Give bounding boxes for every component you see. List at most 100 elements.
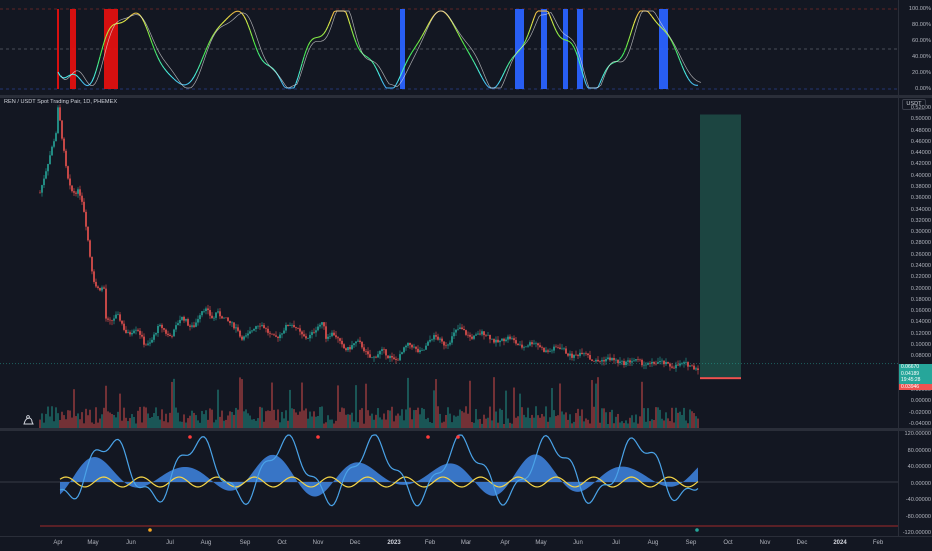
candle-body [199, 315, 201, 319]
volume-bar [653, 420, 655, 428]
candle-body [333, 333, 335, 336]
time-label: Aug [201, 540, 212, 546]
time-label: Mar [461, 540, 471, 546]
candle-body [179, 320, 181, 323]
stoch-k-segment [98, 57, 100, 64]
candle-body [497, 340, 499, 342]
volume-bar [99, 419, 101, 428]
stoch-k-segment [466, 48, 468, 51]
candle-body [81, 196, 83, 202]
stoch-k-segment [572, 44, 574, 47]
volume-bar [129, 418, 131, 428]
symbol-title[interactable]: REN / USDT Spot Trading Pair, 1D, PHEMEX [4, 99, 117, 105]
candle-body [345, 348, 347, 350]
stoch-k-segment [420, 36, 422, 39]
candle-body [465, 330, 467, 335]
time-label: Jul [166, 540, 174, 546]
stoch-k-segment [568, 41, 570, 42]
stoch-k-segment [348, 18, 350, 24]
candle-body [567, 354, 569, 356]
stoch-rsi-pane[interactable] [0, 0, 898, 95]
axis-tick: 0.42000 [911, 161, 931, 167]
stoch-k-segment [508, 61, 510, 64]
volume-bar [349, 415, 351, 428]
price-tags: 0.06670 0.04189 19:45:28 0.03946 [899, 364, 932, 390]
stoch-k-segment [160, 62, 162, 65]
stoch-k-segment [232, 12, 234, 13]
candle-body [575, 355, 577, 356]
volume-bar [173, 379, 175, 428]
axis-tick: 0.16000 [911, 308, 931, 314]
candle-body [565, 348, 567, 353]
tradingview-icon[interactable] [22, 414, 34, 426]
volume-bar [455, 417, 457, 428]
volume-bar [537, 415, 539, 428]
currency-badge[interactable]: USDT [902, 99, 926, 110]
volume-bar [369, 416, 371, 428]
candle-body [385, 349, 387, 355]
oversold-zone [541, 9, 547, 89]
time-label: Dec [797, 540, 808, 546]
candle-body [657, 362, 659, 364]
oscillator-axis[interactable]: 120.0000080.0000040.000000.00000-40.0000… [898, 431, 932, 536]
time-label: Jun [126, 540, 136, 546]
stoch-k-segment [684, 70, 686, 74]
volume-bar [577, 409, 579, 428]
stoch-k-segment [496, 84, 498, 87]
volume-bar [183, 414, 185, 428]
candle-body [695, 368, 697, 369]
candle-body [231, 323, 233, 324]
stoch-k-segment [570, 42, 572, 44]
stoch-k-segment [302, 57, 304, 64]
candle-body [259, 326, 261, 327]
volume-bar [101, 414, 103, 428]
candle-body [393, 357, 395, 358]
time-axis[interactable]: AprMayJunJulAugSepOctNovDec2023FebMarApr… [0, 536, 932, 551]
stoch-k-segment [652, 17, 654, 20]
candle-body [503, 339, 505, 341]
volume-bar [417, 408, 419, 428]
stoch-rsi-axis[interactable]: 100.00%80.00%60.00%40.00%20.00%0.00% [898, 0, 932, 95]
axis-tick: 0.08000 [911, 353, 931, 359]
volume-bar [233, 415, 235, 428]
volume-bar [321, 406, 323, 428]
oscillator-pane[interactable] [0, 431, 898, 536]
stop-zone [700, 377, 741, 379]
volume-bar [143, 407, 145, 428]
candle-body [75, 193, 77, 194]
candle-body [405, 346, 407, 348]
candle-body [615, 360, 617, 361]
candle-body [93, 271, 95, 282]
volume-bar [437, 406, 439, 428]
volume-bar [641, 382, 643, 428]
candle-body [309, 335, 311, 338]
volume-bar [685, 420, 687, 428]
candle-body [601, 360, 603, 361]
volume-bar [695, 416, 697, 428]
volume-bar [295, 412, 297, 428]
stoch-k-segment [648, 12, 650, 14]
candle-body [507, 337, 509, 340]
price-pane[interactable] [0, 98, 898, 428]
candle-body [617, 360, 619, 363]
volume-bar [549, 417, 551, 428]
candle-body [435, 335, 437, 337]
time-label: Feb [425, 540, 435, 546]
volume-bar [59, 420, 61, 428]
candle-body [319, 325, 321, 327]
axis-tick: 0.38000 [911, 184, 931, 190]
stoch-k-segment [320, 36, 322, 37]
stoch-k-segment [224, 20, 226, 22]
volume-bar [401, 409, 403, 428]
axis-tick: 0.00000 [911, 481, 931, 487]
volume-bar [367, 410, 369, 428]
volume-bar [371, 414, 373, 428]
volume-bar [643, 408, 645, 428]
candle-body [639, 360, 641, 361]
candle-body [297, 328, 299, 329]
volume-bar [275, 420, 277, 428]
candle-body [337, 337, 339, 338]
volume-bar [585, 418, 587, 428]
axis-tick: -80.00000 [906, 514, 931, 520]
candle-body [105, 289, 107, 319]
